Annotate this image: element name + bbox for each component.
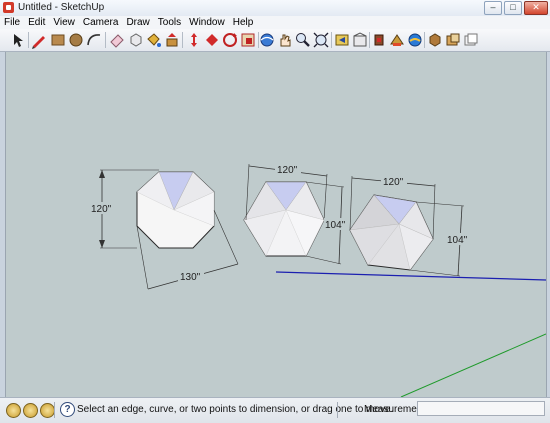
scale-icon[interactable] (239, 31, 257, 49)
sandbox-icon[interactable] (462, 31, 480, 49)
rotate-icon[interactable] (203, 31, 221, 49)
measurements-input[interactable] (417, 401, 545, 416)
eraser-icon[interactable] (108, 31, 126, 49)
rectangle-icon[interactable] (49, 31, 67, 49)
dimension-label: 120" (277, 165, 298, 176)
zoom-extents-icon[interactable] (312, 31, 330, 49)
green-axis-line (400, 333, 546, 397)
component-icon[interactable] (444, 31, 462, 49)
sketchup-app-icon (3, 2, 14, 13)
status-message: Select an edge, curve, or two points to … (77, 404, 394, 415)
push-pull-icon[interactable] (163, 31, 181, 49)
menu-bar: File Edit View Camera Draw Tools Window … (0, 16, 550, 29)
menu-tools[interactable]: Tools (154, 17, 185, 28)
paint-bucket-icon[interactable] (145, 31, 163, 49)
orbit-icon[interactable] (258, 31, 276, 49)
offset-icon[interactable] (221, 31, 239, 49)
menu-edit[interactable]: Edit (24, 17, 49, 28)
dimension-label: 120" (91, 204, 112, 215)
layout-icon[interactable] (426, 31, 444, 49)
close-button[interactable]: ✕ (524, 1, 548, 15)
select-icon[interactable] (9, 31, 27, 49)
menu-window[interactable]: Window (185, 17, 229, 28)
get-models-icon[interactable] (388, 31, 406, 49)
extension-warehouse-icon[interactable] (406, 31, 424, 49)
help-icon[interactable]: ? (60, 402, 75, 417)
maximize-button[interactable]: □ (504, 1, 522, 15)
dimension-label: 104" (447, 235, 468, 246)
menu-help[interactable]: Help (229, 17, 258, 28)
dimension-label: 130" (180, 272, 201, 283)
octagon-shape[interactable] (136, 171, 215, 249)
move-icon[interactable] (185, 31, 203, 49)
main-toolbar (0, 29, 550, 52)
dimension-label: 104" (325, 220, 346, 231)
make-component-icon[interactable] (127, 31, 145, 49)
pencil-icon[interactable] (30, 31, 48, 49)
modeling-viewport[interactable]: 120" 130" 120" 104" 120" 104" (5, 52, 547, 397)
menu-view[interactable]: View (49, 17, 79, 28)
menu-file[interactable]: File (0, 17, 24, 28)
geolocation-icon[interactable] (6, 403, 21, 418)
credits-icon[interactable] (23, 403, 38, 418)
status-bar: ? Select an edge, curve, or two points t… (0, 397, 550, 423)
menu-camera[interactable]: Camera (79, 17, 123, 28)
arc-icon[interactable] (85, 31, 103, 49)
share-model-icon[interactable] (370, 31, 388, 49)
window-title: Untitled - SketchUp (18, 2, 105, 13)
pan-icon[interactable] (276, 31, 294, 49)
circle-icon[interactable] (67, 31, 85, 49)
red-axis-line (275, 271, 546, 281)
hexagon-shape-1[interactable] (243, 181, 325, 257)
zoom-icon[interactable] (294, 31, 312, 49)
menu-draw[interactable]: Draw (122, 17, 153, 28)
hexagon-shape-2[interactable] (349, 194, 434, 271)
minimize-button[interactable]: – (484, 1, 502, 15)
user-icon[interactable] (40, 403, 55, 418)
title-bar: Untitled - SketchUp – □ ✕ (0, 0, 550, 17)
dimension-label: 120" (383, 177, 404, 188)
previous-view-icon[interactable] (333, 31, 351, 49)
3d-warehouse-icon[interactable] (351, 31, 369, 49)
model-canvas: 120" 130" 120" 104" 120" 104" (89, 163, 546, 397)
